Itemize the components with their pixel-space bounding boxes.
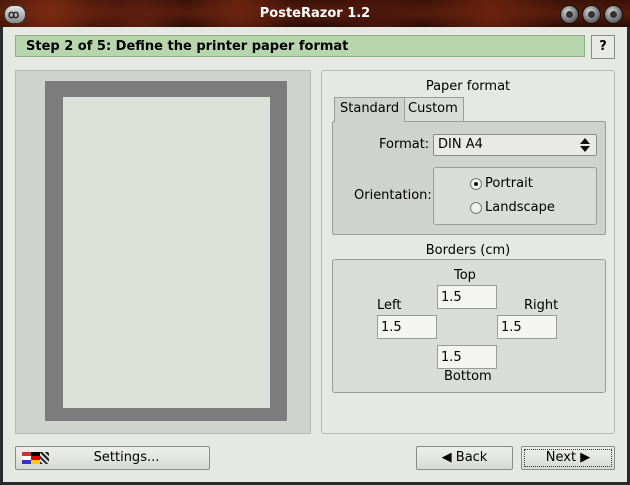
app-window: ꝏ PosteRazor 1.2 Step 2 of 5: Define the… [0,0,630,485]
step-label: Step 2 of 5: Define the printer paper fo… [26,39,349,54]
paper-preview [15,70,311,434]
settings-button[interactable]: Settings... [15,446,210,470]
orientation-group: Portrait Landscape [433,167,597,225]
standard-tab-panel: Format: DIN A4 Orientation: Portrait Lan… [332,121,606,235]
help-button[interactable]: ? [591,35,615,59]
top-border-input[interactable] [437,285,497,309]
updown-arrows-icon [580,138,590,152]
right-label: Right [524,298,559,313]
bottom-label: Bottom [444,369,492,384]
format-select[interactable]: DIN A4 [433,134,597,156]
top-label: Top [454,268,476,283]
next-button[interactable]: Next ▶ [521,446,615,470]
left-border-input[interactable] [377,315,437,339]
window-title: PosteRazor 1.2 [259,6,371,21]
right-border-input[interactable] [497,315,557,339]
borders-group: Top Left Right Bottom [332,259,606,393]
minimize-icon[interactable] [560,5,579,24]
left-label: Left [377,298,402,313]
settings-label: Settings... [93,450,160,465]
maximize-icon[interactable] [582,5,601,24]
title-bar[interactable]: ꝏ PosteRazor 1.2 [0,0,630,27]
orientation-label: Orientation: [354,188,432,203]
paper-printable-area [63,97,270,408]
tab-custom[interactable]: Custom [402,97,464,121]
settings-panel: Paper format Standard Custom Format: DIN… [321,70,615,434]
back-button[interactable]: ◀ Back [416,446,513,470]
format-value: DIN A4 [438,137,483,152]
portrait-label: Portrait [485,176,533,191]
paper-format-title: Paper format [425,79,511,94]
language-flags-icon [22,452,50,464]
client-area: Step 2 of 5: Define the printer paper fo… [3,27,627,482]
borders-title: Borders (cm) [425,243,511,258]
bottom-border-input[interactable] [437,345,497,369]
radio-checked-icon [470,178,482,190]
radio-unchecked-icon [470,202,482,214]
format-label: Format: [379,137,430,152]
close-icon[interactable] [604,5,623,24]
landscape-label: Landscape [485,200,555,215]
tab-standard[interactable]: Standard [334,97,406,122]
step-banner: Step 2 of 5: Define the printer paper fo… [15,35,585,57]
